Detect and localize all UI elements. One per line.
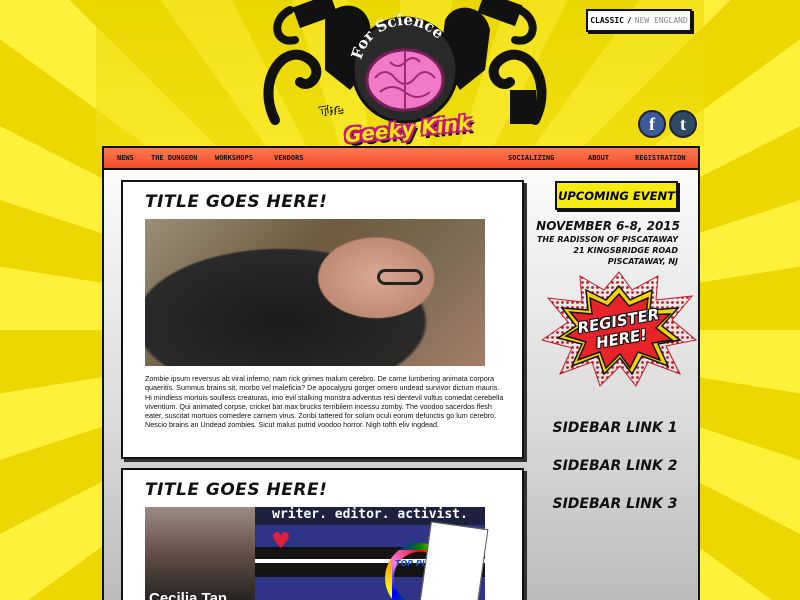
post-title[interactable]: Title Goes Here!	[145, 480, 327, 500]
tumblr-icon[interactable]: t	[669, 110, 697, 138]
nav-item-vendors[interactable]: Vendors	[274, 148, 304, 168]
post-title[interactable]: Title Goes Here!	[145, 192, 327, 212]
event-address: 21 Kingsbridge Road	[573, 246, 678, 255]
event-venue: The Radisson of Piscataway	[536, 235, 678, 244]
post-body: Zombie ipsum reversus ab viral inferno, …	[145, 374, 504, 430]
edition-switcher: Classic / New England	[586, 9, 692, 32]
book-cover	[419, 521, 489, 600]
sidebar-link-2[interactable]: Sidebar Link 2	[540, 458, 690, 474]
nav-item-news[interactable]: News	[117, 148, 134, 168]
edition-classic-link[interactable]: Classic	[590, 16, 624, 25]
event-city: Piscataway, NJ	[607, 257, 678, 266]
sidebar-link-1[interactable]: Sidebar Link 1	[540, 420, 690, 436]
upcoming-event-label: Upcoming Event	[555, 181, 678, 210]
nav-item-about[interactable]: About	[588, 148, 609, 168]
nav-item-registration[interactable]: Registration	[635, 148, 686, 168]
facebook-icon[interactable]: f	[638, 110, 666, 138]
edition-separator: /	[626, 16, 632, 25]
banner-tagline: writer. editor. activist.	[272, 507, 468, 522]
glasses-shape	[377, 269, 423, 285]
post-photo	[145, 219, 485, 366]
heart-icon: ♥	[271, 529, 291, 554]
nav-item-socializing[interactable]: Socializing	[508, 148, 554, 168]
sidebar-link-3[interactable]: Sidebar Link 3	[540, 496, 690, 512]
banner-image: writer. editor. activist. ♥ TOP PICK!	[255, 507, 489, 600]
edition-new-england-link[interactable]: New England	[635, 16, 688, 25]
portrait-photo: Cecilia Tan	[145, 507, 255, 600]
post-card: Title Goes Here! Cecilia Tan writer. edi…	[121, 468, 524, 600]
post-card: Title Goes Here! Zombie ipsum reversus a…	[121, 180, 524, 459]
portrait-name: Cecilia Tan	[149, 590, 228, 600]
nav-item-workshops[interactable]: Workshops	[215, 148, 253, 168]
nav-item-dungeon[interactable]: The Dungeon	[151, 148, 197, 168]
main-nav: News The Dungeon Workshops Vendors Socia…	[102, 146, 700, 170]
event-date: November 6-8, 2015	[536, 219, 680, 233]
